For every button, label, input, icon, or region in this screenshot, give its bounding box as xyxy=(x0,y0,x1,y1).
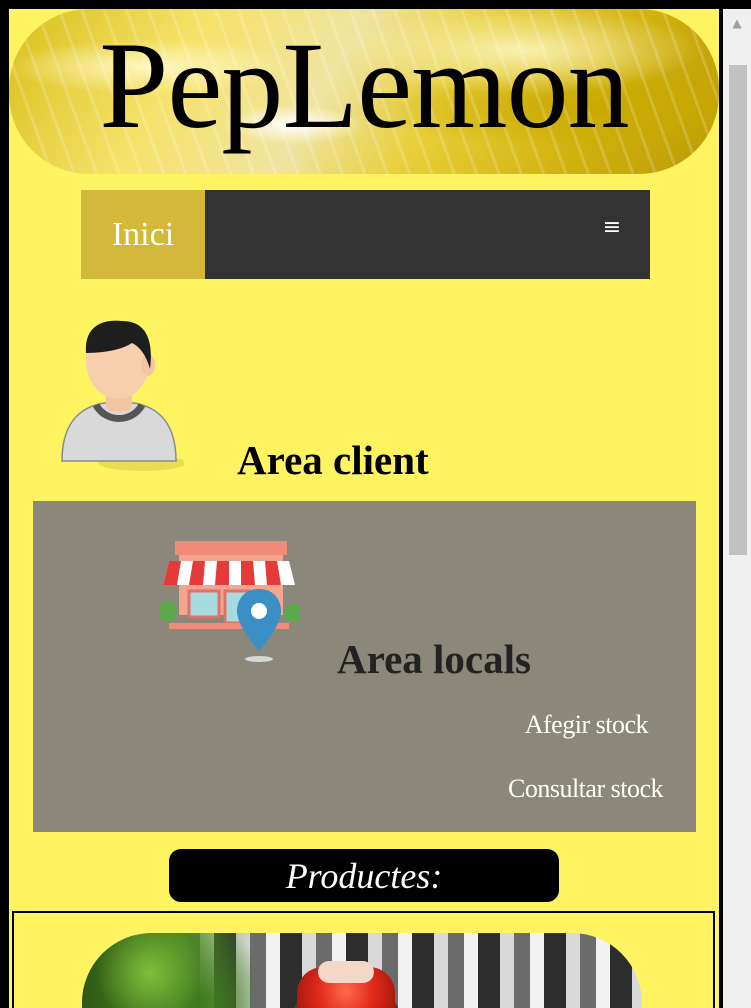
product-image[interactable] xyxy=(82,933,642,1008)
area-client-title[interactable]: Area client xyxy=(237,436,429,484)
product-card xyxy=(12,911,715,1008)
site-title: PepLemon xyxy=(99,17,629,154)
area-locals-panel: Area locals Afegir stock Consultar stock xyxy=(33,501,696,832)
page: PepLemon Inici ≡ Area client Area locals… xyxy=(9,9,719,1008)
scroll-thumb[interactable] xyxy=(729,65,747,555)
vertical-scrollbar[interactable]: ▲ xyxy=(723,9,751,1008)
hamburger-menu-icon[interactable]: ≡ xyxy=(600,216,624,240)
shop-location-icon[interactable] xyxy=(159,531,299,667)
add-stock-link[interactable]: Afegir stock xyxy=(525,710,649,740)
nav-home-link[interactable]: Inici xyxy=(81,190,205,279)
scroll-up-arrow-icon[interactable]: ▲ xyxy=(723,9,751,37)
site-header-banner: PepLemon xyxy=(9,9,719,174)
products-heading: Productes: xyxy=(169,849,559,902)
area-locals-title[interactable]: Area locals xyxy=(337,635,531,683)
main-nav: Inici ≡ xyxy=(81,190,650,279)
user-avatar-icon[interactable] xyxy=(54,311,184,475)
check-stock-link[interactable]: Consultar stock xyxy=(508,774,664,804)
